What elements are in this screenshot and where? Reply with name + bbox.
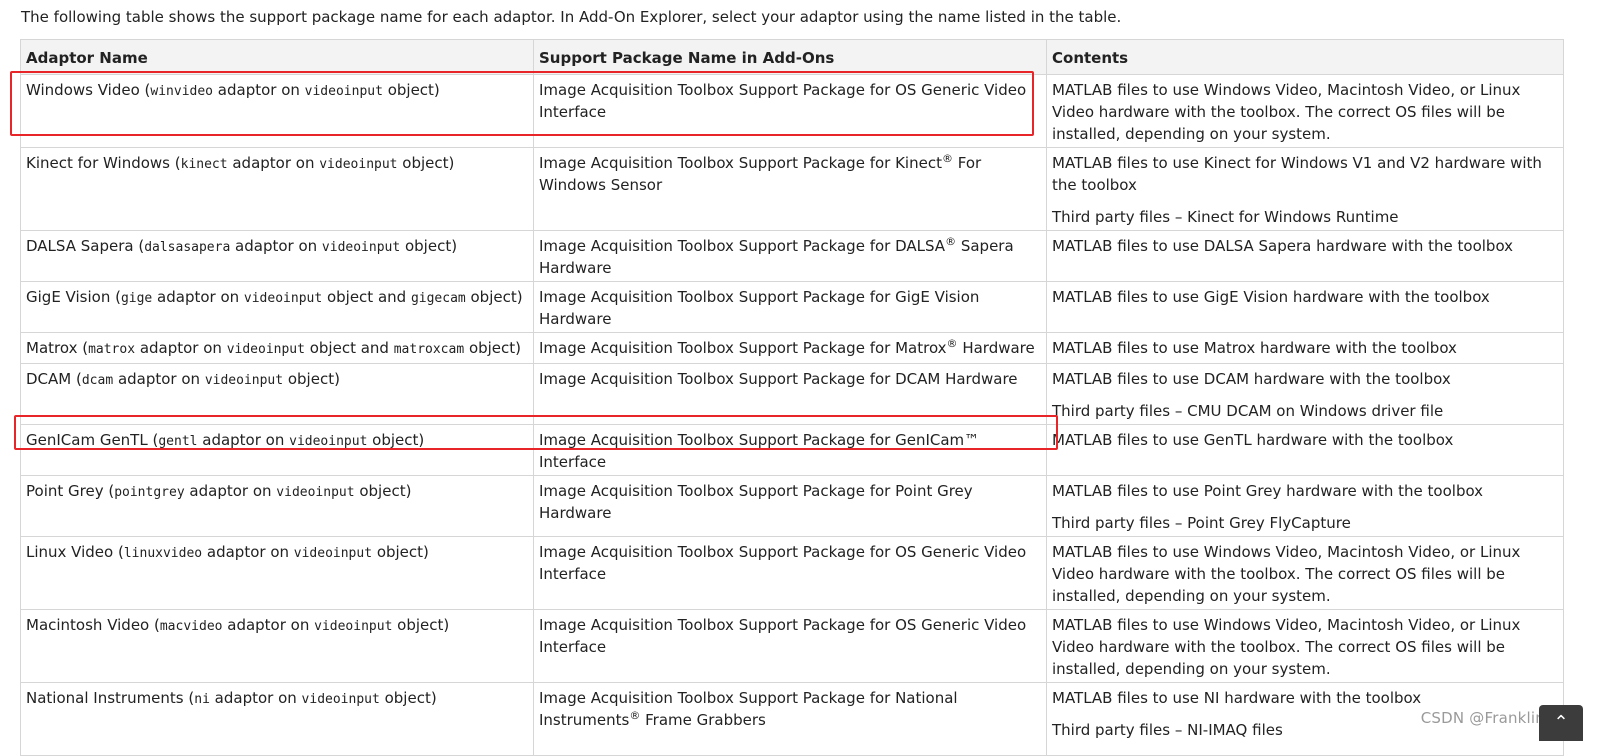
cell-adaptor-name: GigE Vision (gige adaptor on videoinput … xyxy=(20,281,534,333)
cell-adaptor-name: Matrox (matrox adaptor on videoinput obj… xyxy=(20,332,534,364)
table-row: DCAM (dcam adaptor on videoinput object)… xyxy=(20,363,1564,425)
cell-package: Image Acquisition Toolbox Support Packag… xyxy=(533,363,1047,425)
table-row: Linux Video (linuxvideo adaptor on video… xyxy=(20,536,1564,610)
cell-adaptor-name: Linux Video (linuxvideo adaptor on video… xyxy=(20,536,534,610)
cell-adaptor-name: National Instruments (ni adaptor on vide… xyxy=(20,682,534,756)
adaptor-table: Adaptor Name Support Package Name in Add… xyxy=(20,39,1564,756)
cell-package: Image Acquisition Toolbox Support Packag… xyxy=(533,74,1047,148)
cell-adaptor-name: Macintosh Video (macvideo adaptor on vid… xyxy=(20,609,534,683)
cell-contents: MATLAB files to use Matrox hardware with… xyxy=(1046,332,1564,364)
cell-contents: MATLAB files to use GenTL hardware with … xyxy=(1046,424,1564,476)
cell-adaptor-name: Windows Video (winvideo adaptor on video… xyxy=(20,74,534,148)
table-row: Kinect for Windows (kinect adaptor on vi… xyxy=(20,147,1564,231)
table-row: Matrox (matrox adaptor on videoinput obj… xyxy=(20,332,1564,364)
cell-contents: MATLAB files to use Windows Video, Macin… xyxy=(1046,536,1564,610)
table-row: DALSA Sapera (dalsasapera adaptor on vid… xyxy=(20,230,1564,282)
cell-package: Image Acquisition Toolbox Support Packag… xyxy=(533,230,1047,282)
watermark: CSDN @Franklin xyxy=(1420,709,1545,727)
cell-contents: MATLAB files to use Windows Video, Macin… xyxy=(1046,609,1564,683)
table-row: Point Grey (pointgrey adaptor on videoin… xyxy=(20,475,1564,537)
cell-contents: MATLAB files to use Windows Video, Macin… xyxy=(1046,74,1564,148)
header-support-package: Support Package Name in Add-Ons xyxy=(533,39,1047,75)
cell-package: Image Acquisition Toolbox Support Packag… xyxy=(533,536,1047,610)
header-contents: Contents xyxy=(1046,39,1564,75)
table-row: Macintosh Video (macvideo adaptor on vid… xyxy=(20,609,1564,683)
cell-package: Image Acquisition Toolbox Support Packag… xyxy=(533,147,1047,231)
cell-package: Image Acquisition Toolbox Support Packag… xyxy=(533,281,1047,333)
cell-adaptor-name: Point Grey (pointgrey adaptor on videoin… xyxy=(20,475,534,537)
cell-adaptor-name: DCAM (dcam adaptor on videoinput object) xyxy=(20,363,534,425)
cell-contents: MATLAB files to use Point Grey hardware … xyxy=(1046,475,1564,537)
cell-package: Image Acquisition Toolbox Support Packag… xyxy=(533,609,1047,683)
cell-package: Image Acquisition Toolbox Support Packag… xyxy=(533,332,1047,364)
table-row: GenICam GenTL (gentl adaptor on videoinp… xyxy=(20,424,1564,476)
cell-package: Image Acquisition Toolbox Support Packag… xyxy=(533,424,1047,476)
cell-contents: MATLAB files to use GigE Vision hardware… xyxy=(1046,281,1564,333)
cell-package: Image Acquisition Toolbox Support Packag… xyxy=(533,475,1047,537)
table-row: National Instruments (ni adaptor on vide… xyxy=(20,682,1564,756)
table-row: Windows Video (winvideo adaptor on video… xyxy=(20,74,1564,148)
table-header-row: Adaptor Name Support Package Name in Add… xyxy=(20,39,1564,75)
cell-adaptor-name: DALSA Sapera (dalsasapera adaptor on vid… xyxy=(20,230,534,282)
cell-package: Image Acquisition Toolbox Support Packag… xyxy=(533,682,1047,756)
header-adaptor-name: Adaptor Name xyxy=(20,39,534,75)
intro-text: The following table shows the support pa… xyxy=(21,8,1122,26)
cell-adaptor-name: GenICam GenTL (gentl adaptor on videoinp… xyxy=(20,424,534,476)
table-row: GigE Vision (gige adaptor on videoinput … xyxy=(20,281,1564,333)
scroll-top-icon[interactable]: ⌃ xyxy=(1539,705,1583,741)
cell-contents: MATLAB files to use Kinect for Windows V… xyxy=(1046,147,1564,231)
cell-contents: MATLAB files to use DALSA Sapera hardwar… xyxy=(1046,230,1564,282)
cell-contents: MATLAB files to use DCAM hardware with t… xyxy=(1046,363,1564,425)
cell-adaptor-name: Kinect for Windows (kinect adaptor on vi… xyxy=(20,147,534,231)
